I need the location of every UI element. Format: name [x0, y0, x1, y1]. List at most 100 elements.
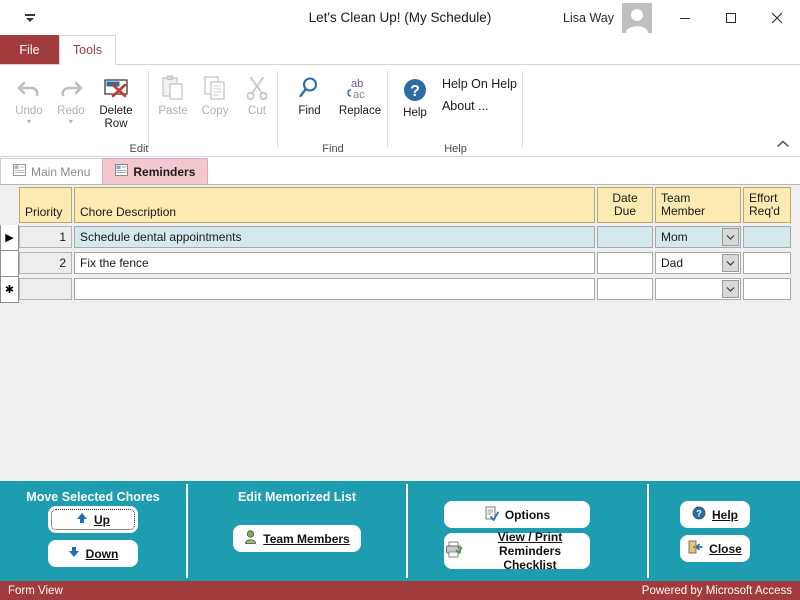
cell-chore-description[interactable]: Schedule dental appointments: [74, 226, 595, 248]
menu-item-help-on-help[interactable]: Help On Help: [436, 73, 523, 95]
column-header-date-due[interactable]: Date Due: [597, 187, 653, 223]
record-selector-row-1[interactable]: ▶: [0, 225, 19, 251]
cell-effort-reqd[interactable]: [743, 278, 791, 300]
chevron-down-icon[interactable]: [722, 228, 739, 246]
form-icon: [13, 164, 26, 179]
ribbon-tab-file[interactable]: File: [0, 35, 59, 64]
cell-priority[interactable]: 1: [19, 226, 72, 248]
svg-text:?: ?: [410, 83, 420, 100]
team-members-accel: Team Members: [263, 531, 350, 546]
replace-label: Replace: [338, 105, 382, 117]
view-print-label-line2: Reminders Checklist: [498, 544, 562, 572]
redo-caret-icon[interactable]: ▾: [69, 118, 73, 126]
record-selector-column: ▶ ✱: [0, 185, 19, 303]
copy-button[interactable]: Copy: [194, 69, 236, 118]
cell-date-due[interactable]: [597, 252, 653, 274]
ribbon-group-edit: Undo ▾ Redo ▾ Delete Row Paste Copy Cut …: [0, 65, 278, 157]
find-label: Find: [298, 105, 321, 117]
cell-effort-reqd[interactable]: [743, 226, 791, 248]
cell-date-due[interactable]: [597, 278, 653, 300]
ribbon-tab-tools[interactable]: Tools: [59, 35, 116, 65]
cut-label: Cut: [248, 105, 266, 117]
footer-divider-3: [647, 484, 649, 578]
avatar[interactable]: [622, 2, 652, 33]
close-button-footer[interactable]: Close: [680, 535, 750, 562]
delete-row-icon: [101, 73, 131, 103]
form-body: ▶ ✱ Priority Chore Description Date Due …: [0, 185, 800, 481]
status-bar-left-text: Form View: [8, 584, 63, 597]
footer-section-label-edit-list: Edit Memorized List: [237, 490, 357, 504]
move-up-label: Up: [94, 513, 110, 527]
document-tab-reminders-label: Reminders: [133, 164, 196, 179]
undo-caret-icon[interactable]: ▾: [27, 118, 31, 126]
cut-button[interactable]: Cut: [236, 69, 278, 118]
document-tab-reminders[interactable]: Reminders: [102, 158, 209, 184]
quick-access-toolbar-dropdown-icon[interactable]: [8, 4, 52, 32]
paste-label: Paste: [158, 105, 188, 117]
footer-section-label-move: Move Selected Chores: [26, 490, 160, 504]
ribbon-group-label-help: Help: [444, 143, 467, 155]
cell-priority[interactable]: [19, 278, 72, 300]
user-name-label[interactable]: Lisa Way: [563, 11, 614, 25]
help-footer-accel: Help: [711, 507, 738, 522]
paste-button[interactable]: Paste: [152, 69, 194, 118]
delete-row-button[interactable]: Delete Row: [92, 69, 140, 131]
paste-icon: [159, 73, 187, 103]
cell-priority[interactable]: 2: [19, 252, 72, 274]
redo-button[interactable]: Redo ▾: [50, 69, 92, 126]
record-selector-new-row[interactable]: ✱: [0, 277, 19, 303]
column-header-team-member-line2: Member: [661, 204, 706, 218]
arrow-down-icon: [68, 546, 80, 561]
cell-team-member[interactable]: Mom: [655, 226, 741, 248]
ribbon-tab-strip: File Tools: [0, 35, 800, 65]
status-bar: Form View Powered by Microsoft Access: [0, 581, 800, 600]
copy-label: Copy: [201, 105, 229, 117]
menu-item-about[interactable]: About ...: [436, 95, 523, 117]
cut-scissors-icon: [244, 73, 270, 103]
move-down-button[interactable]: Down: [48, 540, 138, 567]
chevron-down-icon[interactable]: [722, 254, 739, 272]
cell-effort-reqd[interactable]: [743, 252, 791, 274]
options-button[interactable]: Options: [444, 501, 590, 528]
redo-arrow-icon: [58, 73, 84, 103]
close-footer-label: Close: [709, 542, 742, 556]
current-record-arrow-icon: ▶: [5, 232, 14, 244]
replace-button[interactable]: ab ac Replace: [333, 69, 387, 118]
column-header-chore-description[interactable]: Chore Description: [74, 187, 595, 223]
column-header-date-due-line2: Due: [613, 204, 636, 218]
options-label: Options: [504, 507, 551, 522]
cell-chore-description[interactable]: Fix the fence: [74, 252, 595, 274]
close-button[interactable]: [754, 0, 800, 35]
undo-arrow-icon: [16, 73, 42, 103]
help-button-footer[interactable]: ? Help: [680, 501, 750, 528]
move-up-button[interactable]: Up: [48, 506, 138, 533]
table-row[interactable]: [19, 278, 791, 300]
help-footer-label: Help: [712, 508, 738, 522]
view-print-reminders-checklist-button[interactable]: View / Print Reminders Checklist: [444, 530, 590, 572]
status-bar-right-text: Powered by Microsoft Access: [641, 584, 792, 597]
chevron-down-icon[interactable]: [722, 280, 739, 298]
team-members-button[interactable]: Team Members: [233, 525, 361, 552]
cell-team-member[interactable]: [655, 278, 741, 300]
column-header-priority[interactable]: Priority: [19, 187, 72, 223]
arrow-up-icon: [76, 512, 88, 527]
person-icon: [244, 530, 257, 547]
record-selector-row-2[interactable]: [0, 251, 19, 277]
undo-button[interactable]: Undo ▾: [8, 69, 50, 126]
maximize-button[interactable]: [708, 0, 754, 35]
column-header-team-member[interactable]: Team Member: [655, 187, 741, 223]
document-tab-main-menu[interactable]: Main Menu: [0, 158, 104, 184]
collapse-ribbon-icon[interactable]: [772, 134, 794, 152]
cell-team-member[interactable]: Dad: [655, 252, 741, 274]
cell-date-due[interactable]: [597, 226, 653, 248]
exit-door-icon: [688, 540, 704, 557]
find-button[interactable]: Find: [286, 69, 333, 118]
column-header-effort-reqd-line2: Req'd: [749, 204, 780, 218]
table-row[interactable]: 1 Schedule dental appointments Mom: [19, 226, 791, 248]
minimize-button[interactable]: [662, 0, 708, 35]
column-header-effort-reqd[interactable]: Effort Req'd: [743, 187, 791, 223]
table-row[interactable]: 2 Fix the fence Dad: [19, 252, 791, 274]
magnifier-icon: [297, 73, 323, 103]
help-button[interactable]: ? Help: [394, 69, 436, 120]
cell-chore-description[interactable]: [74, 278, 595, 300]
